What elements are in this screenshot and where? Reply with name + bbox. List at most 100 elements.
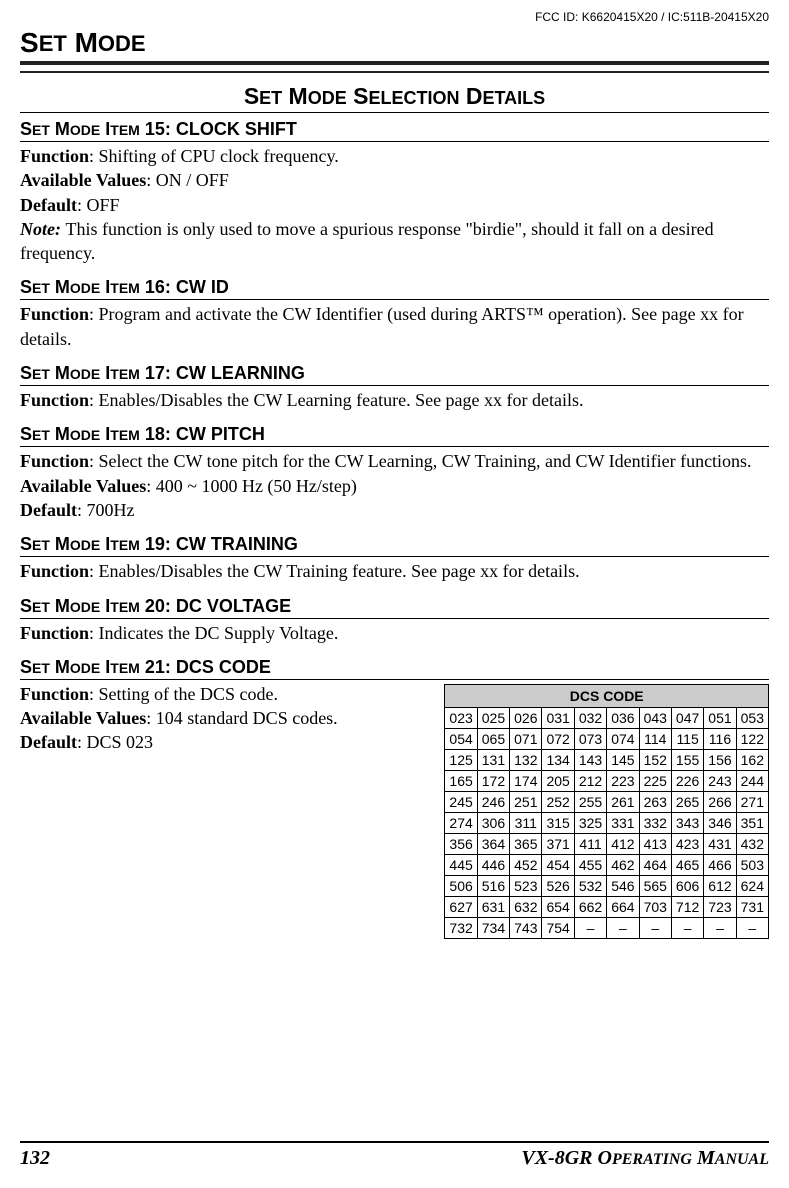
- item-block: SET MODE ITEM 16: CW IDFunction: Program…: [20, 277, 769, 351]
- item-heading: SET MODE ITEM 20: DC VOLTAGE: [20, 596, 769, 619]
- dcs-cell: 331: [607, 812, 639, 833]
- item-heading: SET MODE ITEM 16: CW ID: [20, 277, 769, 300]
- item-block: SET MODE ITEM 20: DC VOLTAGEFunction: In…: [20, 596, 769, 645]
- dcs-cell: 464: [639, 854, 671, 875]
- dcs-cell: 411: [574, 833, 606, 854]
- line-label: Function: [20, 146, 89, 166]
- dcs-cell: 455: [574, 854, 606, 875]
- dcs-cell: 255: [574, 791, 606, 812]
- dcs-cell: 245: [445, 791, 477, 812]
- dcs-cell: 364: [477, 833, 509, 854]
- dcs-cell: 152: [639, 749, 671, 770]
- item-block: SET MODE ITEM 18: CW PITCHFunction: Sele…: [20, 424, 769, 522]
- dcs-cell: 172: [477, 770, 509, 791]
- dcs-cell: 743: [510, 917, 542, 938]
- dcs-cell: 036: [607, 707, 639, 728]
- item-line: Default: DCS 023: [20, 730, 434, 754]
- dcs-cell: 071: [510, 728, 542, 749]
- item-line: Default: OFF: [20, 193, 769, 217]
- dcs-cell: 452: [510, 854, 542, 875]
- line-label: Available Values: [20, 476, 146, 496]
- item-block: SET MODE ITEM 21: DCS CODEFunction: Sett…: [20, 657, 769, 939]
- line-text: : Indicates the DC Supply Voltage.: [89, 623, 338, 643]
- line-text: : Enables/Disables the CW Learning featu…: [89, 390, 584, 410]
- dcs-cell: 212: [574, 770, 606, 791]
- dcs-cell: 134: [542, 749, 574, 770]
- line-text: : 400 ~ 1000 Hz (50 Hz/step): [146, 476, 357, 496]
- dcs-table-header: DCS CODE: [445, 684, 769, 707]
- dcs-cell: 445: [445, 854, 477, 875]
- dcs-cell: 546: [607, 875, 639, 896]
- item-block: SET MODE ITEM 15: CLOCK SHIFTFunction: S…: [20, 119, 769, 265]
- item-heading: SET MODE ITEM 21: DCS CODE: [20, 657, 769, 680]
- dcs-cell: 122: [736, 728, 768, 749]
- line-text: : Enables/Disables the CW Training featu…: [89, 561, 580, 581]
- item-block: SET MODE ITEM 17: CW LEARNINGFunction: E…: [20, 363, 769, 412]
- item-heading: SET MODE ITEM 18: CW PITCH: [20, 424, 769, 447]
- dcs-cell: 365: [510, 833, 542, 854]
- dcs-cell: 343: [671, 812, 703, 833]
- dcs-cell: 162: [736, 749, 768, 770]
- dcs-cell: 026: [510, 707, 542, 728]
- dcs-cell: 252: [542, 791, 574, 812]
- dcs-cell: 032: [574, 707, 606, 728]
- dcs-cell: 712: [671, 896, 703, 917]
- dcs-cell: 332: [639, 812, 671, 833]
- dcs-cell: 346: [704, 812, 736, 833]
- title-sc2: ODE: [98, 31, 146, 56]
- dcs-cell: 432: [736, 833, 768, 854]
- ft-c: VX-8GR O: [521, 1147, 612, 1169]
- dcs-cell: 115: [671, 728, 703, 749]
- dcs-cell: 516: [477, 875, 509, 896]
- dcs-cell: 244: [736, 770, 768, 791]
- dcs-cell: 532: [574, 875, 606, 896]
- dcs-cell: 205: [542, 770, 574, 791]
- line-text: : Shifting of CPU clock frequency.: [89, 146, 339, 166]
- line-label: Available Values: [20, 708, 146, 728]
- item-line: Function: Enables/Disables the CW Traini…: [20, 559, 769, 583]
- item-line: Default: 700Hz: [20, 498, 769, 522]
- dcs-cell: 065: [477, 728, 509, 749]
- dcs-cell: 165: [445, 770, 477, 791]
- section-title: SET MODE SELECTION DETAILS: [20, 83, 769, 113]
- dcs-cell: 446: [477, 854, 509, 875]
- line-label: Available Values: [20, 170, 146, 190]
- st-s: ETAILS: [483, 88, 546, 108]
- dcs-cell: 325: [574, 812, 606, 833]
- dcs-cell: 654: [542, 896, 574, 917]
- dcs-cell: 114: [639, 728, 671, 749]
- manual-title: VX-8GR OPERATING MANUAL: [521, 1147, 769, 1170]
- dcs-cell: –: [704, 917, 736, 938]
- dcs-cell: 246: [477, 791, 509, 812]
- dcs-cell: 131: [477, 749, 509, 770]
- dcs-cell: 454: [542, 854, 574, 875]
- dcs-cell: 431: [704, 833, 736, 854]
- dcs-cell: 274: [445, 812, 477, 833]
- line-text: : 700Hz: [77, 500, 135, 520]
- note-label: Note:: [20, 219, 65, 239]
- dcs-cell: 266: [704, 791, 736, 812]
- dcs-cell: 251: [510, 791, 542, 812]
- dcs-cell: 225: [639, 770, 671, 791]
- dcs-cell: 632: [510, 896, 542, 917]
- dcs-cell: 624: [736, 875, 768, 896]
- dcs-cell: 072: [542, 728, 574, 749]
- page-footer: 132 VX-8GR OPERATING MANUAL: [20, 1141, 769, 1170]
- dcs-cell: 732: [445, 917, 477, 938]
- dcs-cell: 043: [639, 707, 671, 728]
- dcs-cell: 174: [510, 770, 542, 791]
- dcs-cell: 265: [671, 791, 703, 812]
- dcs-cell: 371: [542, 833, 574, 854]
- table-row: 245246251252255261263265266271: [445, 791, 769, 812]
- table-row: 165172174205212223225226243244: [445, 770, 769, 791]
- dcs-cell: 523: [510, 875, 542, 896]
- table-row: 627631632654662664703712723731: [445, 896, 769, 917]
- fcc-id-label: FCC ID: K6620415X20 / IC:511B-20415X20: [535, 10, 769, 24]
- dcs-cell: –: [607, 917, 639, 938]
- dcs-cell: 462: [607, 854, 639, 875]
- line-label: Default: [20, 732, 77, 752]
- dcs-cell: 047: [671, 707, 703, 728]
- dcs-cell: 031: [542, 707, 574, 728]
- dcs-cell: 734: [477, 917, 509, 938]
- item-line: Function: Program and activate the CW Id…: [20, 302, 769, 351]
